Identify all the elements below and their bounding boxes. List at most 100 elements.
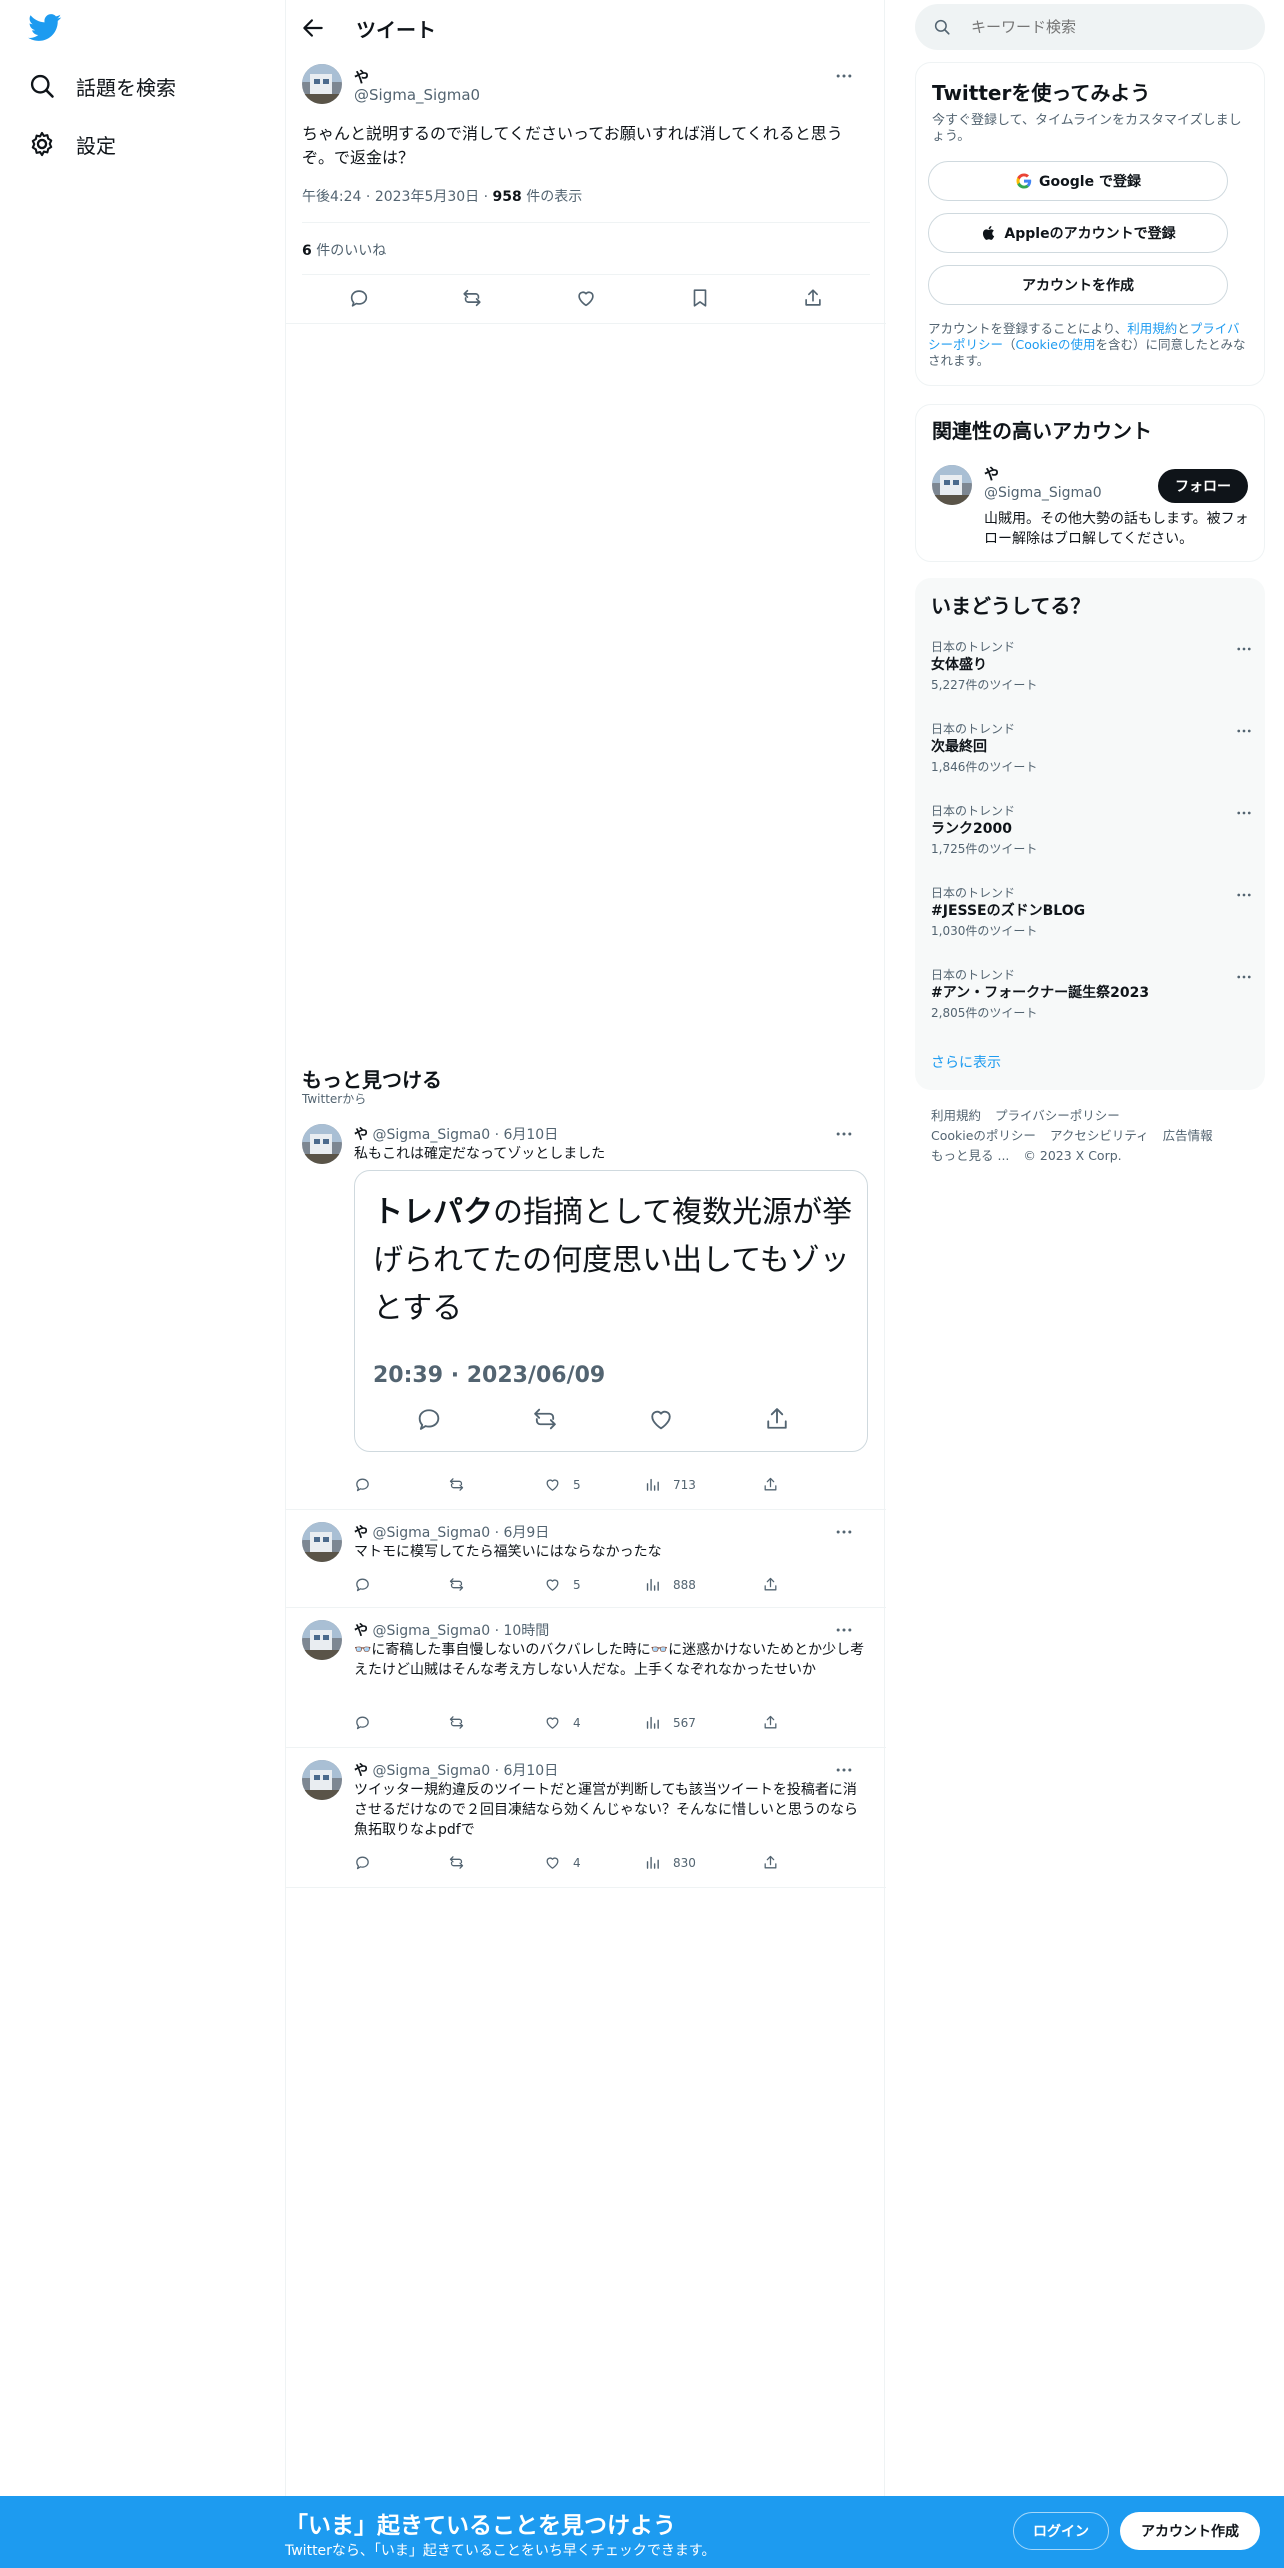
retweet-action[interactable] [448, 1576, 477, 1593]
views-action[interactable]: 830 [644, 1854, 696, 1871]
create-account-button[interactable]: アカウントを作成 [928, 265, 1228, 305]
footer-ads[interactable]: 広告情報 [1163, 1128, 1213, 1143]
nav-explore-label: 話題を検索 [76, 75, 176, 100]
footer-privacy[interactable]: プライバシーポリシー [995, 1108, 1120, 1123]
follow-button[interactable]: フォロー [1158, 469, 1248, 503]
tweet-item[interactable]: や @Sigma_Sigma0 · 6月9日 マトモに模写してたら福笑いにはなら… [286, 1510, 886, 1608]
avatar[interactable] [302, 1760, 342, 1800]
author-name[interactable]: や [354, 1127, 368, 1143]
retweet-action[interactable] [448, 1854, 477, 1871]
tweet-date[interactable]: 6月10日 [503, 1763, 558, 1779]
more-icon[interactable] [834, 1760, 854, 1780]
author-name[interactable]: や [354, 1525, 368, 1541]
likes-summary[interactable]: 6 件のいいね [302, 240, 386, 260]
reply-action[interactable] [354, 1476, 383, 1493]
account-handle[interactable]: @Sigma_Sigma0 [984, 485, 1102, 501]
avatar[interactable] [302, 1124, 342, 1164]
login-button[interactable]: ログイン [1013, 2512, 1109, 2550]
nav-settings[interactable]: 設定 [28, 124, 116, 164]
reply-action[interactable] [354, 1576, 383, 1593]
tweet-date[interactable]: 6月9日 [503, 1525, 549, 1541]
share-icon [764, 1855, 777, 1869]
footer-terms[interactable]: 利用規約 [931, 1108, 981, 1123]
trend-item[interactable]: 日本のトレンド ランク2000 1,725件のツイート [931, 802, 1251, 882]
author-handle[interactable]: @Sigma_Sigma0 [372, 1127, 490, 1143]
twitter-bird-icon[interactable] [28, 14, 62, 42]
separator: · [365, 189, 375, 205]
views-action[interactable]: 713 [644, 1476, 696, 1493]
like-action[interactable]: 5 [544, 1476, 581, 1493]
share-action[interactable] [762, 1854, 791, 1871]
views-action[interactable]: 567 [644, 1714, 696, 1731]
tweet-item[interactable]: や @Sigma_Sigma0 · 6月10日 私もこれは確定だなってゾッとしま… [286, 1112, 886, 1510]
trend-item[interactable]: 日本のトレンド 女体盛り 5,227件のツイート [931, 638, 1251, 718]
like-action[interactable]: 4 [544, 1714, 581, 1731]
more-icon[interactable] [1235, 640, 1253, 658]
footer-cookie[interactable]: Cookieのポリシー [931, 1128, 1036, 1143]
more-icon[interactable] [834, 1620, 854, 1640]
trend-name: #アン・フォークナー誕生祭2023 [931, 985, 1150, 1001]
reply-icon[interactable] [348, 287, 370, 309]
back-arrow-icon[interactable] [300, 15, 326, 41]
views-icon [646, 1578, 659, 1591]
retweet-icon[interactable] [461, 287, 483, 309]
author-name[interactable]: や [354, 66, 369, 87]
google-signup-button[interactable]: Google で登録 [928, 161, 1228, 201]
more-icon[interactable] [834, 1522, 854, 1542]
avatar[interactable] [302, 64, 342, 104]
search-bar[interactable] [915, 4, 1265, 50]
more-icon[interactable] [1235, 722, 1253, 740]
like-action[interactable]: 5 [544, 1576, 581, 1593]
signup-button[interactable]: アカウント作成 [1120, 2512, 1260, 2550]
author-handle[interactable]: @Sigma_Sigma0 [372, 1623, 490, 1639]
apple-signup-button[interactable]: Appleのアカウントで登録 [928, 213, 1228, 253]
account-name[interactable]: や [984, 463, 999, 484]
author-name[interactable]: や [354, 1763, 368, 1779]
quote-card-image[interactable]: トレパクの指摘として複数光源が挙げられてたの何度思い出してもゾッとする 20:3… [354, 1170, 868, 1452]
footer-accessibility[interactable]: アクセシビリティ [1050, 1128, 1149, 1143]
tweet-date[interactable]: 2023年5月30日 [375, 189, 479, 205]
cookie-link[interactable]: Cookieの使用 [1016, 337, 1096, 352]
search-input[interactable] [971, 18, 1231, 36]
author-handle[interactable]: @Sigma_Sigma0 [372, 1525, 490, 1541]
tweet-item[interactable]: や @Sigma_Sigma0 · 6月10日 ツイッター規約違反のツイートだと… [286, 1748, 886, 1888]
tweet-date[interactable]: 10時間 [503, 1623, 549, 1639]
avatar[interactable] [932, 465, 972, 505]
like-action[interactable]: 4 [544, 1854, 581, 1871]
trend-item[interactable]: 日本のトレンド #アン・フォークナー誕生祭2023 2,805件のツイート [931, 966, 1251, 1046]
author-handle[interactable]: @Sigma_Sigma0 [372, 1763, 490, 1779]
bookmark-icon[interactable] [689, 287, 711, 309]
like-icon[interactable] [575, 287, 597, 309]
tweet-item[interactable]: や @Sigma_Sigma0 · 10時間 👓に寄稿した事自慢しないのバクバレ… [286, 1608, 886, 1748]
author-name[interactable]: や [354, 1623, 368, 1639]
retweet-icon [449, 1578, 464, 1591]
trend-item[interactable]: 日本のトレンド 次最終回 1,846件のツイート [931, 720, 1251, 800]
views-count: 958 [492, 189, 522, 205]
tweet-time[interactable]: 午後4:24 [302, 189, 361, 205]
author-handle[interactable]: @Sigma_Sigma0 [354, 86, 480, 104]
footer-more[interactable]: もっと見る ... [931, 1148, 1009, 1163]
share-icon[interactable] [802, 287, 824, 309]
avatar[interactable] [302, 1522, 342, 1562]
retweet-action[interactable] [448, 1714, 477, 1731]
reply-action[interactable] [354, 1854, 383, 1871]
more-icon[interactable] [834, 1124, 854, 1144]
more-icon[interactable] [834, 66, 854, 86]
tweet-actions: 5 888 [354, 1576, 794, 1596]
views-action[interactable]: 888 [644, 1576, 696, 1593]
tweet-date[interactable]: 6月10日 [503, 1127, 558, 1143]
more-icon[interactable] [1235, 886, 1253, 904]
apple-icon [983, 226, 995, 240]
trend-item[interactable]: 日本のトレンド #JESSEのズドンBLOG 1,030件のツイート [931, 884, 1251, 964]
more-icon[interactable] [1235, 804, 1253, 822]
more-icon[interactable] [1235, 968, 1253, 986]
avatar[interactable] [302, 1620, 342, 1660]
nav-explore[interactable]: 話題を検索 [28, 66, 176, 106]
share-action[interactable] [762, 1476, 791, 1493]
share-action[interactable] [762, 1576, 791, 1593]
terms-link[interactable]: 利用規約 [1127, 321, 1177, 336]
share-action[interactable] [762, 1714, 791, 1731]
retweet-action[interactable] [448, 1476, 477, 1493]
show-more-link[interactable]: さらに表示 [931, 1052, 1001, 1072]
reply-action[interactable] [354, 1714, 383, 1731]
